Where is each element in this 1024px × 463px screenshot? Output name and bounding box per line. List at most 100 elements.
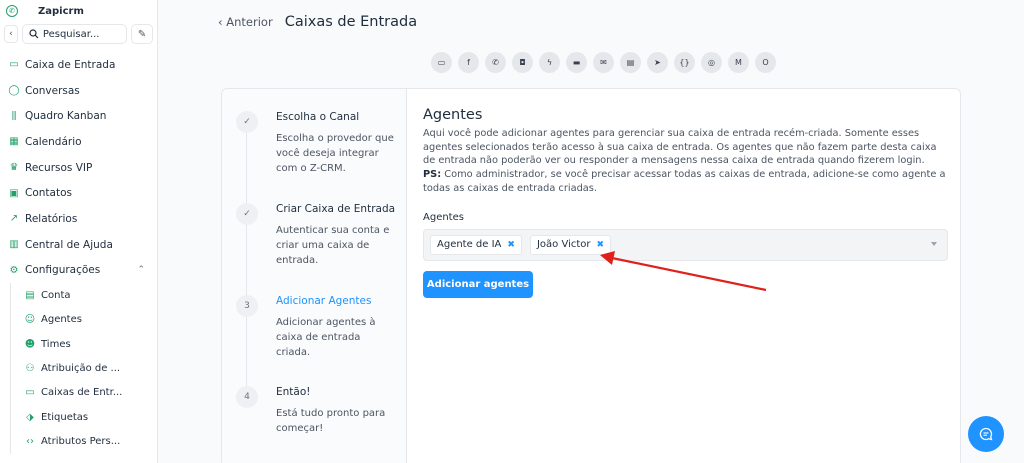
step-criar-caixa: ✓ Criar Caixa de Entrada Autenticar sua …: [236, 203, 401, 268]
sidebar-item-contatos[interactable]: ▣ Contatos: [0, 180, 157, 206]
gear-icon: ⚙: [9, 264, 19, 276]
brand-name: Zapicrm: [38, 5, 84, 17]
page-header: ‹ Anterior Caixas de Entrada: [218, 14, 417, 30]
step-title: Então!: [276, 386, 311, 398]
facebook-icon[interactable]: f: [458, 52, 479, 73]
chat-icon: ◯: [8, 85, 20, 97]
sidebar-subitem-caixas-de-entrada[interactable]: ▭ Caixas de Entr...: [11, 381, 157, 405]
brand: ✆ Zapicrm: [0, 0, 157, 22]
sidebar-item-label: Quadro Kanban: [25, 110, 107, 123]
agent-tag-label: Agente de IA: [437, 239, 502, 251]
sidebar-item-label: Agentes: [41, 314, 82, 326]
add-agents-button[interactable]: Adicionar agentes: [423, 270, 533, 298]
contacts-icon: ▣: [9, 187, 19, 199]
main-area: ‹ Anterior Caixas de Entrada ▭ f ✆ ◘ ϟ ▬…: [158, 0, 1024, 463]
gmail-icon[interactable]: M: [728, 52, 749, 73]
step-number: 3: [236, 295, 258, 317]
sidebar-nav: ▭ Caixa de Entrada ◯ Conversas ⫼ Quadro Kan…: [0, 52, 157, 454]
dropdown-caret-icon[interactable]: [931, 241, 937, 246]
collapse-sidebar-button[interactable]: ‹: [4, 25, 18, 43]
sidebar-item-conversas[interactable]: ◯ Conversas: [0, 78, 157, 104]
line-icon[interactable]: ◎: [701, 52, 722, 73]
sidebar-item-label: Conversas: [25, 84, 80, 97]
sidebar-subitem-agentes[interactable]: ☺ Agentes: [11, 308, 157, 332]
building-icon: ▤: [25, 289, 35, 301]
chat-icon[interactable]: ▤: [620, 52, 641, 73]
chart-icon: ↗: [9, 213, 19, 225]
agents-field-label: Agentes: [423, 211, 464, 223]
sidebar-item-recursos-vip[interactable]: ♛ Recursos VIP: [0, 155, 157, 181]
sidebar-item-label: Central de Ajuda: [25, 238, 113, 251]
setup-card: ✓ Escolha o Canal Escolha o provedor que…: [221, 88, 961, 463]
sidebar-item-central-de-ajuda[interactable]: ▥ Central de Ajuda: [0, 232, 157, 258]
messenger-icon[interactable]: ϟ: [539, 52, 560, 73]
ps-label: PS:: [423, 169, 442, 181]
check-icon: ✓: [236, 203, 258, 225]
whatsapp-logo-icon: ✆: [6, 5, 18, 17]
sidebar-item-relatorios[interactable]: ↗ Relatórios: [0, 206, 157, 232]
sidebar-item-label: Caixas de Entr...: [41, 387, 123, 399]
sidebar-item-label: Calendário: [25, 135, 82, 148]
sidebar: ✆ Zapicrm ‹ Pesquisar... ✎ ▭ Caixa de Ent…: [0, 0, 158, 463]
search-placeholder: Pesquisar...: [42, 28, 100, 40]
api-icon[interactable]: {}: [674, 52, 695, 73]
remove-tag-icon[interactable]: ✖: [597, 240, 605, 250]
check-icon: ✓: [236, 111, 258, 133]
book-icon: ▥: [9, 239, 19, 251]
remove-tag-icon[interactable]: ✖: [507, 240, 515, 250]
sidebar-subitem-atribuicao[interactable]: ⚇ Atribuição de ...: [11, 356, 157, 380]
sidebar-item-configuracoes[interactable]: ⚙ Configurações ⌃: [0, 258, 157, 284]
step-title: Criar Caixa de Entrada: [276, 203, 396, 215]
sidebar-subitem-etiquetas[interactable]: ⬗ Etiquetas: [11, 405, 157, 429]
step-title: Escolha o Canal: [276, 111, 360, 123]
whatsapp-icon[interactable]: ✆: [485, 52, 506, 73]
outlook-icon[interactable]: O: [755, 52, 776, 73]
agents-form: Agentes Aqui você pode adicionar agentes…: [423, 107, 948, 298]
inbox-icon: ▭: [9, 59, 19, 71]
description-text: Aqui você pode adicionar agentes para ge…: [423, 128, 937, 167]
code-icon: ‹›: [26, 436, 34, 448]
step-description: Adicionar agentes à caixa de entrada cri…: [276, 317, 376, 358]
agent-tag: João Victor ✖: [529, 234, 612, 255]
step-title: Adicionar Agentes: [276, 295, 372, 307]
step-description: Está tudo pronto para começar!: [276, 408, 386, 434]
assign-icon: ⚇: [25, 363, 35, 375]
sidebar-item-label: Etiquetas: [41, 411, 89, 423]
sidebar-item-calendario[interactable]: ▦ Calendário: [0, 129, 157, 155]
sms-icon[interactable]: ▭: [431, 52, 452, 73]
search-input[interactable]: Pesquisar...: [21, 24, 128, 44]
ps-text: Como administrador, se você precisar ace…: [423, 169, 946, 194]
sidebar-item-label: Relatórios: [25, 212, 78, 225]
step-description: Autenticar sua conta e criar uma caixa d…: [276, 225, 390, 266]
telegram-icon[interactable]: ➤: [647, 52, 668, 73]
team-icon: ☻: [24, 338, 36, 350]
sidebar-item-quadro-kanban[interactable]: ⫼ Quadro Kanban: [0, 103, 157, 129]
agents-multiselect[interactable]: Agente de IA ✖ João Victor ✖: [423, 228, 948, 261]
compose-button[interactable]: ✎: [131, 24, 153, 44]
search-icon: [29, 29, 39, 39]
page-title: Caixas de Entrada: [284, 14, 418, 30]
back-link[interactable]: ‹ Anterior: [218, 15, 273, 29]
user-icon: ☺: [24, 314, 36, 326]
pencil-icon: ✎: [137, 28, 147, 40]
channel-icons: ▭ f ✆ ◘ ϟ ▬ ✉ ▤ ➤ {} ◎ M O: [431, 52, 776, 73]
instagram-icon[interactable]: ◘: [512, 52, 533, 73]
sidebar-subitem-atributos[interactable]: ‹› Atributos Pers...: [11, 430, 157, 454]
chevron-up-icon: ⌃: [137, 265, 145, 276]
settings-submenu: ▤ Conta ☺ Agentes ☻ Times ⚇ Atribuição de ..…: [10, 283, 157, 454]
website-icon[interactable]: ▬: [566, 52, 587, 73]
section-heading: Agentes: [423, 107, 483, 123]
sidebar-item-label: Configurações: [25, 264, 101, 277]
sidebar-subitem-conta[interactable]: ▤ Conta: [11, 283, 157, 307]
sidebar-item-caixa-de-entrada[interactable]: ▭ Caixa de Entrada: [0, 52, 157, 78]
chat-support-button[interactable]: [968, 416, 1004, 452]
inbox-icon: ▭: [25, 387, 35, 399]
step-number: 4: [236, 386, 258, 408]
sidebar-subitem-times[interactable]: ☻ Times: [11, 332, 157, 356]
step-escolha-o-canal: ✓ Escolha o Canal Escolha o provedor que…: [236, 111, 401, 176]
sidebar-item-label: Caixa de Entrada: [25, 58, 116, 71]
sidebar-item-label: Atributos Pers...: [41, 436, 121, 448]
back-link-label: Anterior: [226, 15, 273, 29]
email-icon[interactable]: ✉: [593, 52, 614, 73]
wizard-steps: ✓ Escolha o Canal Escolha o provedor que…: [222, 89, 407, 463]
